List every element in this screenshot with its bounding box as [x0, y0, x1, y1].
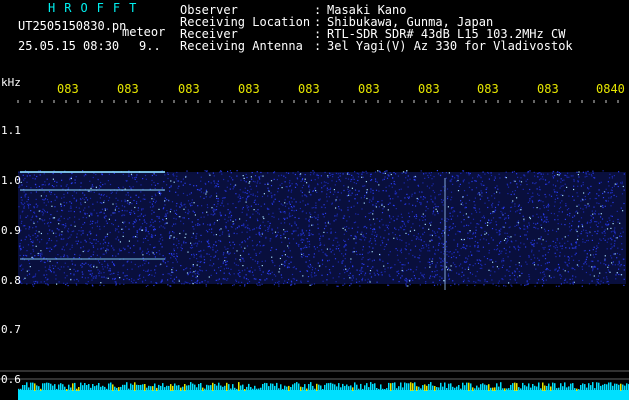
noise-band — [18, 170, 626, 287]
freq-label: 0.7 — [1, 323, 21, 336]
app-brand: HROFFT — [48, 1, 146, 15]
time-label: 083 — [117, 82, 139, 96]
date-time: 25.05.15 08:30 — [18, 39, 120, 53]
header-panel: HROFFT UT2505150830.pn meteor 25.05.15 0… — [0, 0, 629, 72]
freq-label: 0.8 — [1, 274, 21, 287]
time-label: 083 — [477, 82, 499, 96]
file-name: UT2505150830.pn — [18, 19, 127, 33]
mode-label: meteor — [122, 25, 166, 39]
antenna-colon: : — [314, 39, 322, 53]
time-label: 0840 — [596, 82, 625, 96]
time-label: 083 — [178, 82, 200, 96]
freq-label: 0.6 — [1, 373, 21, 386]
baseline-band — [18, 382, 629, 400]
spectrogram — [0, 100, 629, 400]
frequency-unit: kHz — [1, 76, 21, 89]
antenna-value: 3el Yagi(V) Az 330 for Vladivostok — [327, 39, 573, 53]
freq-label: 1.0 — [1, 174, 21, 187]
time-label: 083 — [238, 82, 260, 96]
count-label: 9.. — [139, 39, 161, 53]
time-label: 083 — [298, 82, 320, 96]
freq-label: 0.9 — [1, 224, 21, 237]
time-label: 083 — [537, 82, 559, 96]
time-label: 083 — [57, 82, 79, 96]
antenna-label: Receiving Antenna — [180, 39, 303, 53]
time-label: 083 — [358, 82, 380, 96]
time-label: 083 — [418, 82, 440, 96]
freq-label: 1.1 — [1, 124, 21, 137]
